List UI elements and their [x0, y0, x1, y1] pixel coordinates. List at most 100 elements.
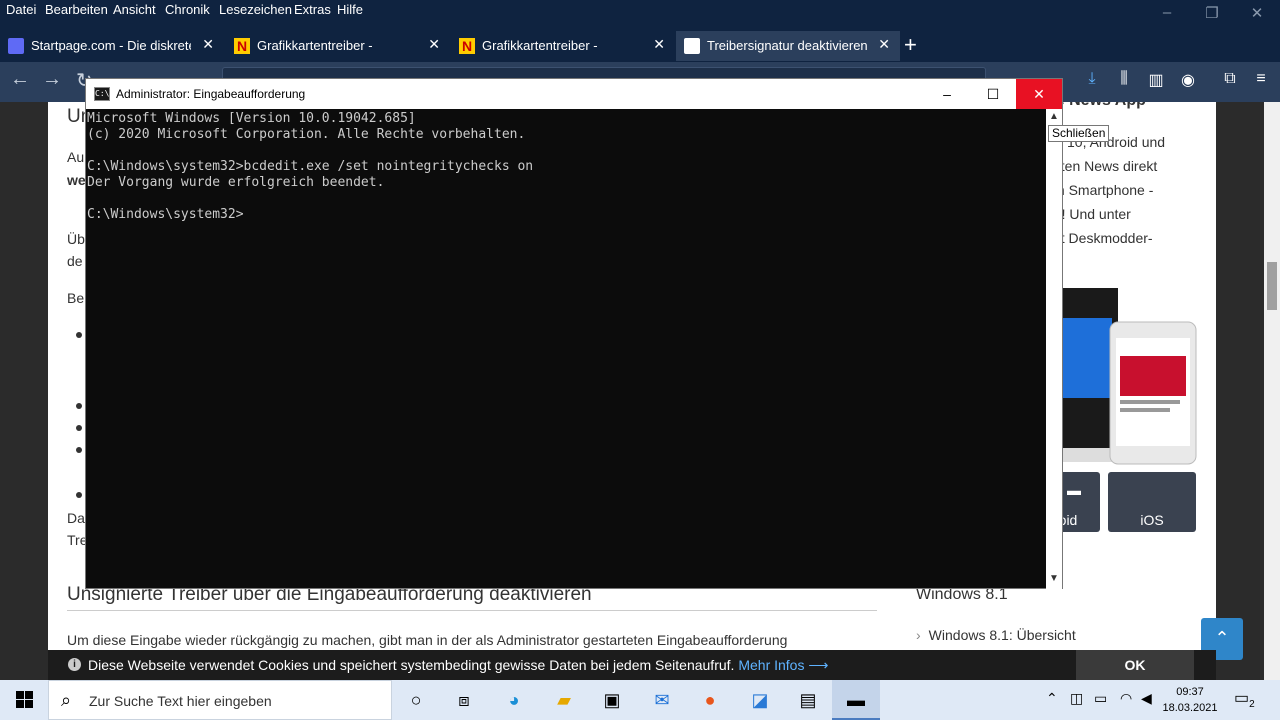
- search-placeholder: Zur Suche Text hier eingeben: [89, 693, 272, 709]
- clock-time: 09:37: [1176, 686, 1204, 698]
- windows-logo-icon: [16, 691, 24, 699]
- taskbar-search-input[interactable]: ⌕ Zur Suche Text hier eingeben: [48, 680, 392, 720]
- cortana-icon[interactable]: ○: [392, 680, 440, 720]
- new-tab-button[interactable]: +: [904, 32, 917, 58]
- article-text-fragment: we: [67, 172, 86, 188]
- tab-title: Startpage.com - Die diskreteste: [31, 38, 191, 53]
- battery-icon[interactable]: ▭: [1094, 690, 1107, 707]
- meet-now-icon[interactable]: ◫: [1070, 690, 1083, 707]
- pen-icon: [684, 38, 700, 54]
- edge-icon[interactable]: ◕: [490, 680, 538, 720]
- ios-store-button[interactable]: iOS: [1108, 472, 1196, 532]
- cookie-ok-button[interactable]: OK: [1076, 650, 1194, 680]
- firefox-icon[interactable]: ●: [686, 680, 734, 720]
- bullet: [76, 403, 82, 409]
- scrollbar-thumb[interactable]: [1267, 262, 1277, 310]
- scroll-up-icon[interactable]: ▲: [1046, 111, 1062, 125]
- menu-icon[interactable]: ≡: [1250, 70, 1272, 92]
- menu-hilfe[interactable]: Hilfe: [337, 2, 363, 17]
- cmd-maximize-button[interactable]: ☐: [970, 79, 1016, 109]
- windows-logo-pane: [25, 691, 33, 699]
- taskbar: ⌕ Zur Suche Text hier eingeben ○ ⧈ ◕ ▰ ▣…: [0, 680, 1280, 720]
- store-icon[interactable]: ▣: [588, 680, 636, 720]
- download-icon[interactable]: ⤓: [1081, 70, 1103, 92]
- notification-count: 2: [1249, 699, 1255, 711]
- tab-grafikkartentreiber-2[interactable]: N Grafikkartentreiber - ✕: [451, 31, 675, 61]
- n-logo-icon: N: [234, 38, 250, 54]
- console-prompt: C:\Windows\system32>: [87, 207, 244, 222]
- browser-minimize-button[interactable]: –: [1155, 4, 1179, 26]
- menu-chronik[interactable]: Chronik: [165, 2, 210, 17]
- scroll-down-icon[interactable]: ▼: [1046, 573, 1062, 587]
- console-line: C:\Windows\system32>bcdedit.exe /set noi…: [87, 159, 534, 174]
- cmd-close-button[interactable]: ✕: [1016, 79, 1062, 109]
- cmd-window[interactable]: C:\ Administrator: Eingabeaufforderung –…: [85, 78, 1063, 589]
- browser-menubar: Datei Bearbeiten Ansicht Chronik Lesezei…: [0, 0, 1280, 28]
- more-info-link[interactable]: Mehr Infos ⟶: [738, 657, 828, 673]
- tab-title: Treibersignatur deaktivieren Un: [707, 38, 867, 53]
- app-icon[interactable]: ◪: [736, 680, 784, 720]
- cmd-scrollbar[interactable]: ▲ ▼: [1046, 109, 1062, 589]
- startpage-icon: [8, 38, 24, 54]
- close-tab-icon[interactable]: ✕: [653, 36, 665, 53]
- network-icon[interactable]: ◠: [1120, 690, 1132, 707]
- library-icon[interactable]: ⫼: [1113, 70, 1135, 92]
- start-button[interactable]: [0, 680, 48, 720]
- account-icon[interactable]: ◉: [1177, 70, 1199, 92]
- sidebar-icon[interactable]: ▥: [1145, 70, 1167, 92]
- tab-title: Grafikkartentreiber -: [257, 38, 373, 53]
- task-view-icon[interactable]: ⧈: [440, 680, 488, 720]
- chevron-up-icon[interactable]: ⌃: [1046, 690, 1058, 707]
- article-text-fragment: Be: [67, 290, 85, 306]
- forward-icon[interactable]: →: [42, 68, 62, 91]
- cmd-console[interactable]: Microsoft Windows [Version 10.0.19042.68…: [86, 109, 1046, 589]
- menu-extras[interactable]: Extras: [294, 2, 331, 17]
- menu-datei[interactable]: Datei: [6, 2, 36, 17]
- extensions-icon[interactable]: ⧉: [1219, 70, 1241, 92]
- bullet: [76, 447, 82, 453]
- cmd-taskbar-icon[interactable]: ▬: [832, 680, 880, 720]
- article-text-fragment: Au: [67, 149, 85, 165]
- clock[interactable]: 09:37 18.03.2021: [1160, 684, 1220, 716]
- back-icon[interactable]: ←: [10, 68, 30, 91]
- menu-lesezeichen[interactable]: Lesezeichen: [219, 2, 292, 17]
- sidebar-link-label: Windows 8.1: Übersicht: [928, 627, 1076, 643]
- cookie-text: Diese Webseite verwendet Cookies und spe…: [88, 657, 828, 674]
- file-explorer-icon[interactable]: ▰: [540, 680, 588, 720]
- tab-bar: Startpage.com - Die diskreteste ✕ N Graf…: [0, 28, 1280, 62]
- article-text-fragment: Da: [67, 510, 85, 526]
- notification-center-icon[interactable]: ▭2: [1234, 688, 1255, 710]
- sidebar-link[interactable]: › Windows 8.1: Übersicht: [916, 627, 1076, 643]
- cookie-banner: i Diese Webseite verwendet Cookies und s…: [48, 650, 1216, 680]
- windows-logo-pane: [25, 700, 33, 708]
- console-line: (c) 2020 Microsoft Corporation. Alle Rec…: [87, 127, 526, 142]
- browser-maximize-button[interactable]: ❐: [1200, 4, 1224, 26]
- volume-icon[interactable]: ◀: [1141, 690, 1152, 707]
- browser-close-button[interactable]: ✕: [1245, 4, 1269, 26]
- close-tooltip: Schließen: [1048, 125, 1110, 142]
- close-tab-icon[interactable]: ✕: [428, 36, 440, 53]
- tab-treibersignatur[interactable]: Treibersignatur deaktivieren Un ✕: [676, 31, 900, 61]
- cmd-titlebar[interactable]: C:\ Administrator: Eingabeaufforderung –…: [86, 79, 1062, 109]
- tab-title: Grafikkartentreiber -: [482, 38, 598, 53]
- tab-grafikkartentreiber-1[interactable]: N Grafikkartentreiber - ✕: [226, 31, 450, 61]
- windows-logo-pane: [16, 700, 24, 708]
- store-button-label: iOS: [1140, 512, 1164, 528]
- cmd-minimize-button[interactable]: –: [924, 79, 970, 109]
- tab-startpage[interactable]: Startpage.com - Die diskreteste ✕: [0, 31, 224, 61]
- cookie-message: Diese Webseite verwendet Cookies und spe…: [88, 657, 735, 673]
- article-text-fragment: Üb: [67, 231, 85, 247]
- close-tab-icon[interactable]: ✕: [878, 36, 890, 53]
- menu-ansicht[interactable]: Ansicht: [113, 2, 156, 17]
- article-paragraph: Um diese Eingabe wieder rückgängig zu ma…: [67, 632, 788, 648]
- page-scrollbar[interactable]: [1264, 102, 1280, 680]
- bullet: [76, 332, 82, 338]
- clock-date: 18.03.2021: [1162, 702, 1218, 714]
- close-tab-icon[interactable]: ✕: [202, 36, 214, 53]
- remote-desktop-icon[interactable]: ▤: [784, 680, 832, 720]
- n-logo-icon: N: [459, 38, 475, 54]
- mail-icon[interactable]: ✉: [638, 680, 686, 720]
- menu-bearbeiten[interactable]: Bearbeiten: [45, 2, 108, 17]
- console-line: Der Vorgang wurde erfolgreich beendet.: [87, 175, 385, 190]
